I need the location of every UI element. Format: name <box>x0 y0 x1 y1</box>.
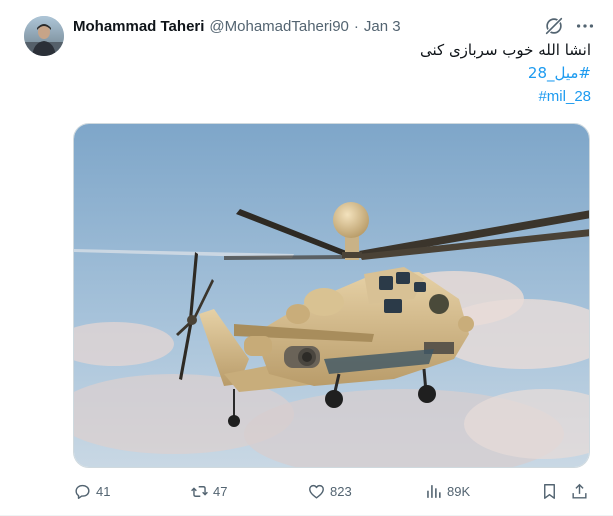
author-handle[interactable]: @MohamadTaheri90 <box>209 18 348 35</box>
more-icon[interactable] <box>574 15 596 37</box>
reply-count: 41 <box>96 483 111 499</box>
reply-icon <box>75 484 90 499</box>
bookmark-button[interactable] <box>540 480 559 502</box>
views-chart-icon <box>427 484 441 498</box>
share-button[interactable] <box>570 480 589 502</box>
grok-icon[interactable] <box>543 15 565 37</box>
avatar[interactable] <box>24 16 64 56</box>
hashtag-fa-link[interactable]: #میل_28 <box>528 63 591 83</box>
separator-dot: · <box>353 17 359 35</box>
views-button[interactable]: 89K <box>424 480 470 502</box>
repost-count: 47 <box>213 483 228 499</box>
bookmark-icon <box>544 483 555 499</box>
tweet-date[interactable]: Jan 3 <box>364 18 401 35</box>
tweet-media-image[interactable] <box>73 123 590 468</box>
tweet-text: انشا الله خوب سربازی کنی <box>420 41 591 59</box>
reply-button[interactable]: 41 <box>73 480 110 502</box>
repost-icon <box>191 485 208 497</box>
tweet-card[interactable]: Mohammad Taheri @MohamadTaheri90 · Jan 3… <box>0 0 613 516</box>
tweet-action-bar: 41 47 823 89K <box>73 480 597 502</box>
heart-icon <box>309 484 324 499</box>
repost-button[interactable]: 47 <box>190 480 227 502</box>
author-name[interactable]: Mohammad Taheri <box>73 18 204 35</box>
hashtag-en-link[interactable]: #mil_28 <box>538 87 591 107</box>
like-button[interactable]: 823 <box>307 480 352 502</box>
helicopter-photo <box>74 124 589 467</box>
share-icon <box>572 483 587 499</box>
like-count: 823 <box>330 483 352 499</box>
views-count: 89K <box>447 483 471 499</box>
avatar-image <box>24 16 64 56</box>
tweet-header: Mohammad Taheri @MohamadTaheri90 · Jan 3 <box>73 16 401 36</box>
